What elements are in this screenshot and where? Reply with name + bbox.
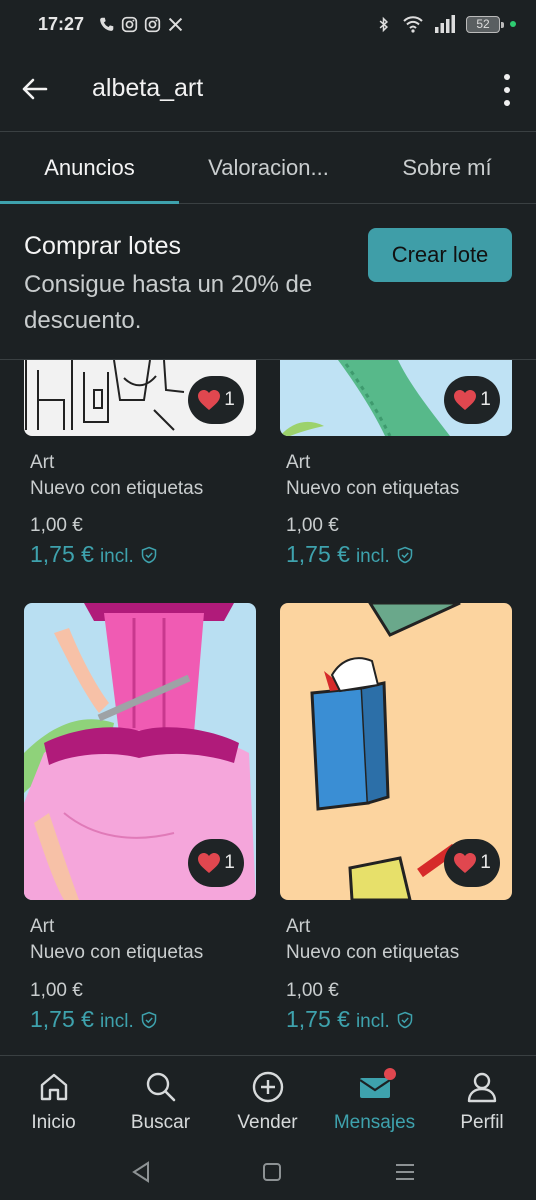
total-price: 1,75 € [286, 541, 350, 567]
status-time: 17:27 [38, 13, 85, 34]
listing-price: 1,00 € [30, 980, 83, 1001]
banner-title: Comprar lotes [24, 232, 181, 260]
total-price: 1,75 € [30, 1006, 94, 1032]
active-tab-indicator [0, 201, 179, 204]
like-button[interactable]: 1 [188, 376, 244, 424]
system-back-icon[interactable] [128, 1159, 154, 1185]
like-button[interactable]: 1 [188, 839, 244, 887]
battery-indicator: 52 [466, 15, 504, 33]
shield-icon[interactable] [140, 1011, 158, 1029]
like-count: 1 [480, 852, 491, 873]
instagram-icon [144, 16, 161, 32]
profile-tabs: Anuncios Valoracion... Sobre mí [0, 132, 536, 204]
like-button[interactable]: 1 [444, 376, 500, 424]
signal-icon [435, 15, 455, 33]
instagram-icon [121, 16, 138, 32]
listing-card[interactable]: 1 Art Nuevo con etiquetas 1,00 € 1,75 € … [280, 603, 512, 1043]
system-recents-icon[interactable] [392, 1159, 418, 1185]
unread-badge [383, 1068, 396, 1080]
listing-price: 1,00 € [30, 515, 83, 536]
x-icon [168, 17, 183, 31]
listing-brand: Art [30, 452, 55, 473]
nav-label: Inicio [31, 1112, 76, 1133]
incl-label: incl. [99, 1011, 134, 1032]
heart-icon [198, 853, 221, 873]
page-title: albeta_art [92, 74, 204, 102]
banner-subtitle: Consigue hasta un 20% de descuento. [24, 271, 313, 334]
privacy-dot-icon [510, 21, 516, 27]
nav-inicio[interactable]: Inicio [0, 1056, 107, 1146]
listing-price-incl: 1,75 € incl. [30, 1006, 158, 1033]
like-count: 1 [480, 389, 491, 410]
total-price: 1,75 € [286, 1006, 350, 1032]
bundle-banner: Comprar lotes Consigue hasta un 20% de d… [0, 205, 536, 360]
tab-anuncios[interactable]: Anuncios [0, 132, 179, 204]
create-bundle-button[interactable]: Crear lote [368, 228, 512, 282]
listing-condition: Nuevo con etiquetas [30, 478, 204, 499]
person-icon [467, 1072, 497, 1103]
listing-condition: Nuevo con etiquetas [286, 478, 460, 499]
listing-price-incl: 1,75 € incl. [286, 1006, 414, 1033]
listing-price-incl: 1,75 € incl. [30, 541, 158, 568]
shield-icon[interactable] [396, 546, 414, 564]
nav-label: Vender [237, 1112, 298, 1133]
nav-vender[interactable]: Vender [214, 1056, 321, 1146]
listing-price-incl: 1,75 € incl. [286, 541, 414, 568]
bottom-navigation: Inicio Buscar Vender Mensajes Perfil [0, 1055, 536, 1145]
like-button[interactable]: 1 [444, 839, 500, 887]
nav-mensajes[interactable]: Mensajes [321, 1056, 428, 1146]
incl-label: incl. [99, 546, 134, 567]
listing-brand: Art [286, 452, 311, 473]
tab-sobre-mi[interactable]: Sobre mí [358, 132, 536, 204]
listing-card[interactable]: 1 Art Nuevo con etiquetas 1,00 € 1,75 € … [280, 360, 512, 600]
back-arrow-icon[interactable] [18, 72, 52, 106]
like-count: 1 [224, 852, 235, 873]
tab-valoraciones[interactable]: Valoracion... [179, 132, 358, 204]
nav-perfil[interactable]: Perfil [428, 1056, 536, 1146]
system-home-icon[interactable] [259, 1159, 285, 1185]
heart-icon [454, 853, 477, 873]
plus-circle-icon [252, 1071, 283, 1103]
notification-icons [98, 16, 184, 33]
listing-price: 1,00 € [286, 980, 339, 1001]
listing-brand: Art [30, 916, 55, 937]
listing-price: 1,00 € [286, 515, 339, 536]
like-count: 1 [224, 389, 235, 410]
system-navigation [0, 1145, 536, 1200]
heart-icon [198, 390, 221, 410]
listing-card[interactable]: 1 Art Nuevo con etiquetas 1,00 € 1,75 € … [24, 360, 256, 600]
total-price: 1,75 € [30, 541, 94, 567]
nav-label: Mensajes [333, 1112, 416, 1133]
listing-card[interactable]: 1 Art Nuevo con etiquetas 1,00 € 1,75 € … [24, 603, 256, 1043]
nav-label: Buscar [130, 1112, 191, 1133]
incl-label: incl. [355, 1011, 390, 1032]
more-options-icon[interactable] [500, 70, 514, 110]
heart-icon [454, 390, 477, 410]
nav-label: Perfil [460, 1112, 504, 1133]
home-icon [40, 1073, 67, 1101]
mail-icon [358, 1068, 396, 1104]
shield-icon[interactable] [396, 1011, 414, 1029]
listing-condition: Nuevo con etiquetas [286, 942, 460, 963]
listing-brand: Art [286, 916, 311, 937]
incl-label: incl. [355, 546, 390, 567]
status-bar: 17:27 52 [0, 0, 536, 48]
listing-condition: Nuevo con etiquetas [30, 942, 204, 963]
profile-header: albeta_art [0, 48, 536, 132]
search-icon [146, 1072, 175, 1102]
wifi-icon [403, 16, 423, 33]
phone-icon [100, 17, 114, 31]
bluetooth-icon [379, 16, 389, 32]
nav-buscar[interactable]: Buscar [107, 1056, 214, 1146]
listing-grid: 1 Art Nuevo con etiquetas 1,00 € 1,75 € … [0, 360, 536, 1055]
shield-icon[interactable] [140, 546, 158, 564]
